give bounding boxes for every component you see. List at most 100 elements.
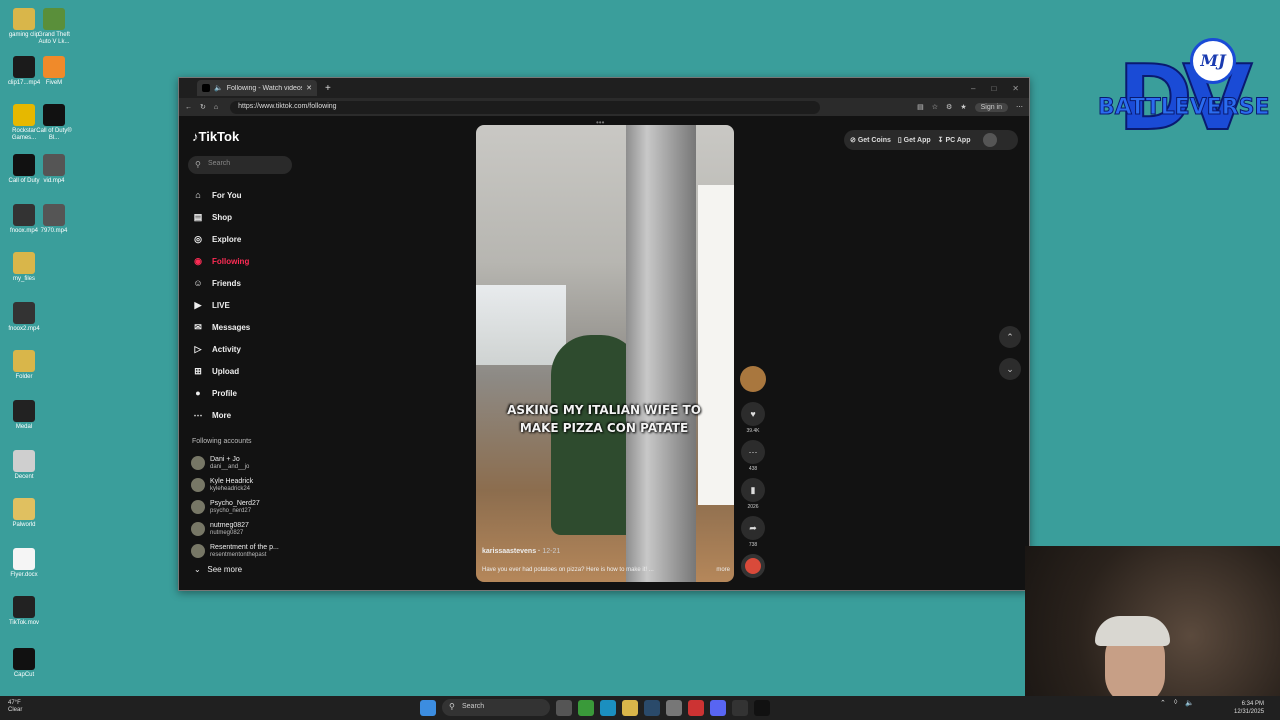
new-tab-button[interactable]: + (325, 83, 331, 94)
sidebar-item-messages[interactable]: ✉ Messages (192, 316, 292, 338)
get-coins-button[interactable]: ⊘ Get Coins (850, 136, 891, 144)
user-avatar[interactable] (983, 133, 998, 147)
sidebar-item-upload[interactable]: ⊞ Upload (192, 360, 292, 382)
desktop-icon[interactable]: CapCut (2, 648, 46, 679)
store-icon[interactable] (666, 699, 682, 716)
chevron-up-icon[interactable]: ⌃ (1160, 699, 1166, 707)
weather-widget[interactable]: 47°F Clear (8, 700, 22, 714)
following-account[interactable]: Resentment of the p... resentmentonthepas… (191, 540, 291, 562)
pc-app-button[interactable]: ↧ PC App (938, 136, 971, 144)
menu-icon[interactable]: ⋯ (1016, 103, 1023, 111)
search-input[interactable]: ⚲ Search (188, 156, 292, 174)
desktop-icon[interactable]: Folder (2, 350, 46, 381)
steam-icon[interactable] (644, 699, 660, 716)
sidebar-item-for-you[interactable]: ⌂ For You (192, 184, 292, 206)
desktop-icon[interactable]: fnoox2.mp4 (2, 302, 46, 333)
save-action[interactable]: ▮ 2026 (739, 478, 767, 510)
video-author[interactable]: karissaastevens · 12-21 (482, 548, 560, 555)
xbox-icon[interactable] (578, 699, 594, 716)
tab-close-icon[interactable]: ✕ (306, 84, 312, 92)
creator-avatar[interactable] (740, 366, 766, 392)
more-link[interactable]: more (716, 567, 730, 573)
account-handle: psycho_nerd27 (210, 507, 252, 514)
signin-button[interactable]: Sign in (974, 102, 1008, 112)
video-window-scene (476, 285, 566, 365)
desktop-icon[interactable]: Palworld (2, 498, 46, 529)
url-input[interactable]: https://www.tiktok.com/following (230, 100, 821, 114)
friends-icon: ☺ (193, 278, 203, 288)
desktop-icon[interactable]: vid.mp4 (32, 154, 76, 185)
account-handle: resentmentonthepast (210, 551, 267, 558)
following-account[interactable]: Psycho_Nerd27 psycho_nerd27 (191, 496, 291, 518)
medal-icon[interactable] (732, 699, 748, 716)
comment-icon[interactable]: ⋯ (741, 440, 765, 464)
extensions-icon[interactable]: ⚙ (946, 103, 952, 111)
explorer-icon[interactable] (622, 699, 638, 716)
for-you-icon: ⌂ (195, 190, 201, 200)
minimize-button[interactable]: – (971, 84, 975, 93)
sidebar-item-label: Shop (212, 212, 232, 222)
desktop-icon[interactable]: Medal (2, 400, 46, 431)
task-view-icon[interactable] (556, 699, 572, 716)
desktop-icon[interactable]: Grand Theft Auto V Lk... (32, 8, 76, 46)
sidebar-item-explore[interactable]: ◎ Explore (192, 228, 292, 250)
account-text: Dani + Jo dani__and__jo (210, 456, 249, 471)
desktop-icon[interactable]: FiveM (32, 56, 76, 87)
following-account[interactable]: Dani + Jo dani__and__jo (191, 452, 291, 474)
get-app-button[interactable]: ▯ Get App (898, 136, 931, 144)
sidebar-item-activity[interactable]: ▷ Activity (192, 338, 292, 360)
desktop-icon[interactable]: TikTok.mov (2, 596, 46, 627)
next-video-button[interactable]: ⌄ (999, 358, 1021, 380)
close-button[interactable]: ✕ (1012, 84, 1019, 93)
see-more-button[interactable]: ⌄ See more (194, 565, 242, 574)
desktop-icon[interactable]: Call of Duty® Bl... (32, 104, 76, 142)
taskbar-search[interactable]: ⚲ Search (442, 699, 550, 716)
refresh-icon[interactable]: ↻ (200, 103, 206, 111)
desktop-icon[interactable]: 7970.mp4 (32, 204, 76, 235)
bookmark-icon[interactable]: ▮ (741, 478, 765, 502)
desktop-icon[interactable]: Decent (2, 450, 46, 481)
account-text: Psycho_Nerd27 psycho_nerd27 (210, 500, 260, 515)
favorites-icon[interactable]: ★ (960, 103, 966, 111)
maximize-button[interactable]: □ (991, 84, 996, 93)
home-icon[interactable]: ⌂ (214, 104, 218, 111)
share-action[interactable]: ➦ 738 (739, 516, 767, 548)
previous-video-button[interactable]: ⌃ (999, 326, 1021, 348)
discord-icon[interactable] (710, 699, 726, 716)
sidebar-item-friends[interactable]: ☺ Friends (192, 272, 292, 294)
clock[interactable]: 6:34 PM 12/31/2025 (1234, 700, 1264, 716)
sidebar-item-live[interactable]: ▶ LIVE (192, 294, 292, 316)
sidebar-item-following[interactable]: ◉ Following (192, 250, 292, 272)
edge-icon[interactable] (600, 699, 616, 716)
start-icon[interactable] (420, 699, 436, 716)
comment-action[interactable]: ⋯ 438 (739, 440, 767, 472)
volume-icon[interactable]: 🔈 (1185, 699, 1194, 707)
reader-icon[interactable]: ▤ (917, 103, 924, 111)
video-player[interactable]: ASKING MY ITALIAN WIFE TO MAKE PIZZA CON… (476, 125, 734, 582)
share-icon[interactable]: ➦ (741, 516, 765, 540)
chrome-icon[interactable] (688, 699, 704, 716)
desktop-icon[interactable]: my_files (2, 252, 46, 283)
following-account[interactable]: Kyle Headrick kyleheadrick24 (191, 474, 291, 496)
like-action[interactable]: ♥ 39.4K (739, 402, 767, 434)
sidebar-item-profile[interactable]: ● Profile (192, 382, 292, 404)
save-count: 2026 (747, 504, 759, 510)
brand-badge: MJ (1190, 38, 1236, 84)
music-disc-icon[interactable] (741, 554, 765, 578)
tab-bar: 🔈 Following - Watch videos fro... ✕ + – … (179, 78, 1029, 98)
network-icon[interactable]: ◊ (1174, 699, 1177, 707)
sidebar-item-more[interactable]: ⋯ More (192, 404, 292, 426)
sidebar-item-shop[interactable]: ▤ Shop (192, 206, 292, 228)
tab-following[interactable]: 🔈 Following - Watch videos fro... ✕ (197, 80, 317, 96)
desktop-icon-image (43, 154, 65, 176)
top-right-buttons: ⊘ Get Coins ▯ Get App ↧ PC App (844, 130, 1018, 150)
desktop-icon[interactable]: Flyer.docx (2, 548, 46, 579)
capcut-icon[interactable] (754, 699, 770, 716)
speaker-icon[interactable]: 🔈 (214, 84, 223, 92)
tiktok-logo[interactable]: ♪TikTok (192, 130, 239, 144)
following-account[interactable]: nutmeg0827 nutmeg0827 (191, 518, 291, 540)
heart-icon[interactable]: ♥ (741, 402, 765, 426)
star-icon[interactable]: ☆ (932, 103, 938, 111)
back-icon[interactable]: ← (185, 104, 192, 111)
avatar (191, 478, 205, 492)
